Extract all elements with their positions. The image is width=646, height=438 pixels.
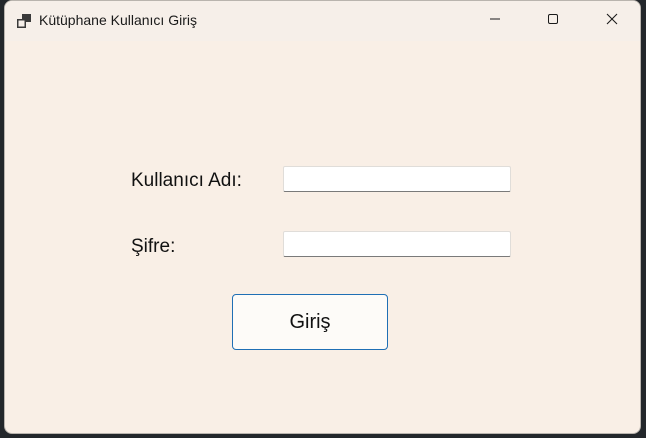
- window-title: Kütüphane Kullanıcı Giriş: [39, 12, 197, 28]
- title-bar[interactable]: Kütüphane Kullanıcı Giriş: [5, 1, 640, 41]
- password-input[interactable]: [283, 231, 511, 257]
- close-icon: [606, 12, 618, 30]
- minimize-button[interactable]: [466, 1, 524, 41]
- maximize-button[interactable]: [524, 1, 582, 41]
- app-window-icon: [16, 13, 32, 29]
- login-window: Kütüphane Kullanıcı Giriş Kullanıcı Adı:…: [4, 0, 641, 434]
- password-label: Şifre:: [131, 236, 176, 257]
- minimize-icon: [489, 12, 501, 30]
- login-button[interactable]: Giriş: [232, 294, 388, 350]
- username-label: Kullanıcı Adı:: [131, 170, 242, 191]
- maximize-icon: [547, 12, 559, 30]
- close-button[interactable]: [583, 1, 640, 41]
- username-input[interactable]: [283, 166, 511, 192]
